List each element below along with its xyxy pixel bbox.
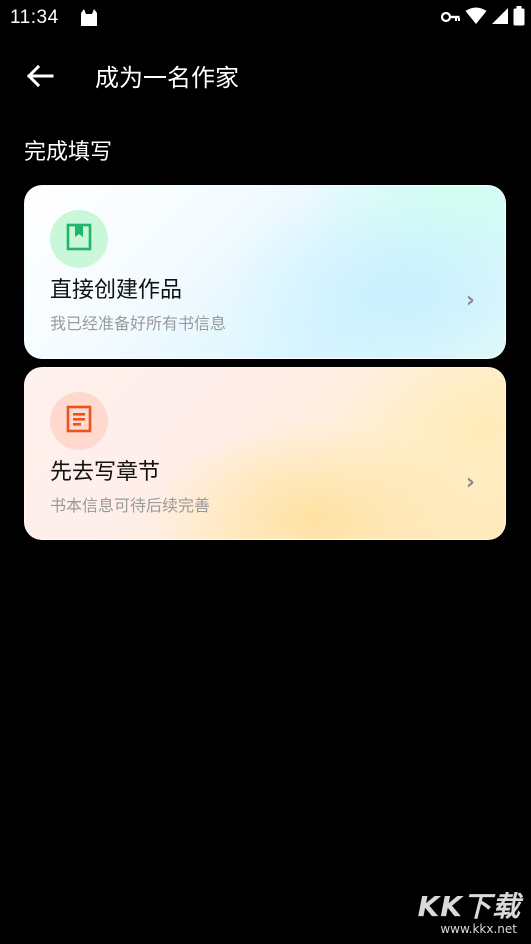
app-bar: 成为一名作家 — [0, 50, 531, 106]
card-icon-circle — [50, 210, 108, 268]
key-icon — [440, 9, 461, 28]
create-work-card[interactable]: 直接创建作品 我已经准备好所有书信息 › — [24, 185, 506, 359]
wifi-icon — [465, 7, 487, 29]
card-subtitle: 书本信息可待后续完善 — [50, 496, 211, 515]
status-bar: 11:34 — [0, 0, 531, 36]
card-subtitle: 我已经准备好所有书信息 — [50, 314, 227, 333]
watermark-logo: KK下载 — [417, 890, 521, 923]
card-title: 直接创建作品 — [50, 278, 183, 303]
chevron-right-icon: › — [465, 288, 475, 313]
back-button[interactable] — [22, 60, 58, 96]
signal-icon — [491, 7, 509, 29]
write-chapter-card[interactable]: 先去写章节 书本信息可待后续完善 › — [24, 367, 506, 540]
chevron-right-icon: › — [465, 470, 475, 495]
bookmark-book-icon — [66, 223, 92, 255]
watermark: KK下载 www.kkx.net — [409, 892, 521, 940]
card-title: 先去写章节 — [50, 460, 161, 485]
status-time: 11:34 — [10, 7, 59, 28]
arrow-left-icon — [26, 64, 54, 92]
cat-icon — [79, 8, 99, 28]
card-icon-circle — [50, 392, 108, 450]
document-icon — [66, 405, 92, 437]
watermark-url: www.kkx.net — [440, 922, 517, 936]
battery-icon — [513, 6, 525, 30]
page-title: 成为一名作家 — [95, 64, 239, 92]
section-label: 完成填写 — [24, 140, 113, 165]
status-icons — [440, 6, 525, 30]
